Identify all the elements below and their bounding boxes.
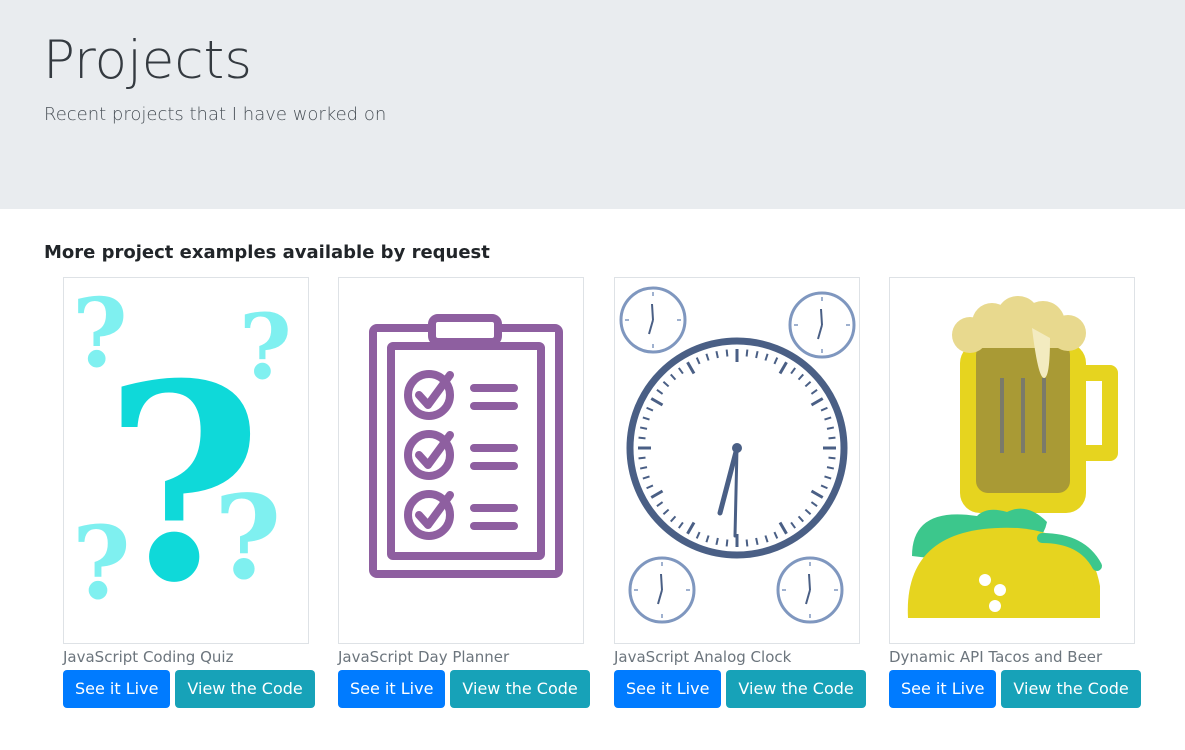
view-the-code-button[interactable]: View the Code: [450, 670, 590, 708]
project-caption: Dynamic API Tacos and Beer: [889, 648, 1103, 666]
project-image-planner[interactable]: [338, 277, 584, 644]
clock-tick: [725, 539, 729, 547]
project-caption: JavaScript Analog Clock: [614, 648, 792, 666]
page-title: Projects: [43, 30, 252, 91]
clock-tick: [828, 456, 836, 460]
taco-beer-icon: [907, 296, 1118, 618]
see-it-live-button[interactable]: See it Live: [338, 670, 446, 708]
clock-tick: [725, 349, 729, 357]
page-subtitle: Recent projects that I have worked on: [44, 104, 387, 125]
view-the-code-button[interactable]: View the Code: [1001, 670, 1141, 708]
jumbotron-header: Projects Recent projects that I have wor…: [0, 0, 1185, 209]
clock-tick: [826, 466, 835, 470]
clock-tick: [745, 539, 749, 547]
project-image-tacos-beer[interactable]: [889, 277, 1135, 644]
see-it-live-button[interactable]: See it Live: [614, 670, 722, 708]
see-it-live-button[interactable]: See it Live: [63, 670, 171, 708]
clock-tick: [638, 436, 646, 440]
project-caption: JavaScript Coding Quiz: [63, 648, 234, 666]
svg-text:?: ?: [104, 324, 262, 642]
clock-tick: [828, 436, 836, 440]
section-title: More project examples available by reque…: [44, 242, 490, 263]
question-marks-icon: ? ? ? ? ?: [72, 278, 292, 642]
clock-tick: [638, 456, 646, 460]
clock-tick: [755, 537, 759, 546]
clock-tick: [639, 426, 648, 430]
project-image-quiz[interactable]: ? ? ? ? ?: [63, 277, 309, 644]
analog-clock-icon: [619, 286, 856, 624]
see-it-live-button[interactable]: See it Live: [889, 670, 997, 708]
clock-tick: [826, 426, 835, 430]
checklist-clipboard-icon: [369, 314, 563, 578]
project-card-quiz: ? ? ? ? ? JavaScript Coding Quiz See it …: [63, 277, 315, 708]
clock-tick: [755, 350, 759, 359]
view-the-code-button[interactable]: View the Code: [175, 670, 315, 708]
project-card-clock: JavaScript Analog Clock See it Live View…: [614, 277, 866, 708]
clock-tick: [715, 537, 719, 546]
view-the-code-button[interactable]: View the Code: [726, 670, 866, 708]
project-card-tacos-beer: Dynamic API Tacos and Beer See it Live V…: [889, 277, 1141, 708]
project-card-planner: JavaScript Day Planner See it Live View …: [338, 277, 590, 708]
project-caption: JavaScript Day Planner: [338, 648, 510, 666]
clock-tick: [745, 349, 749, 357]
clock-tick: [715, 350, 719, 359]
clock-tick: [639, 466, 648, 470]
project-image-clock[interactable]: [614, 277, 860, 644]
